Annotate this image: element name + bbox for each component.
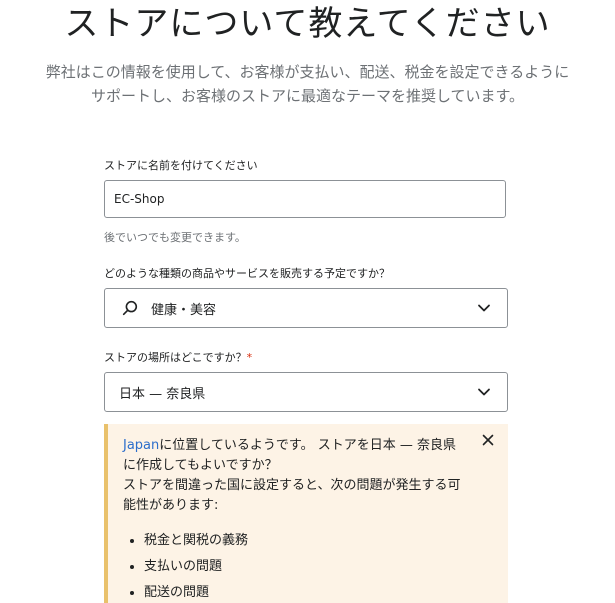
chevron-down-icon xyxy=(478,304,490,312)
category-value: 健康・美容 xyxy=(151,302,217,318)
store-setup-page: ストアについて教えてください 弊社はこの情報を使用して、お客様が支払い、配送、税… xyxy=(0,0,615,603)
page-subtitle: 弊社はこの情報を使用して、お客様が支払い、配送、税金を設定できるようにサポートし… xyxy=(45,63,570,105)
country-link[interactable]: Japan xyxy=(123,438,159,453)
location-value: 日本 — 奈良県 xyxy=(119,386,206,402)
close-icon[interactable] xyxy=(481,433,495,447)
category-label: どのような種類の商品やサービスを販売する予定ですか？ xyxy=(104,267,390,280)
issues-list: 税金と関税の義務 支払いの問題 配送の問題 xyxy=(124,528,248,603)
page-title: ストアについて教えてください xyxy=(64,4,551,44)
location-warning-banner: Japanに位置しているようです。 ストアを日本 — 奈良県に作成してもよいです… xyxy=(104,424,508,603)
banner-message: Japanに位置しているようです。 ストアを日本 — 奈良県に作成してもよいです… xyxy=(123,438,461,513)
list-item: 配送の問題 xyxy=(144,580,248,603)
list-item: 支払いの問題 xyxy=(144,554,248,580)
store-name-label: ストアに名前を付けてください xyxy=(104,159,258,172)
list-item: 税金と関税の義務 xyxy=(144,528,248,554)
search-icon xyxy=(122,300,138,316)
banner-warning-text: ストアを間違った国に設定すると、次の問題が発生する可能性があります: xyxy=(123,478,461,513)
store-name-input[interactable]: EC-Shop xyxy=(104,180,506,218)
chevron-down-icon xyxy=(478,388,490,396)
location-select[interactable]: 日本 — 奈良県 xyxy=(104,372,508,412)
store-name-help-text: 後でいつでも変更できます。 xyxy=(104,231,246,244)
location-label: ストアの場所はどこですか？* xyxy=(104,351,253,364)
category-select[interactable]: 健康・美容 xyxy=(104,288,508,328)
store-name-value: EC-Shop xyxy=(114,192,165,206)
required-asterisk: * xyxy=(246,351,253,364)
